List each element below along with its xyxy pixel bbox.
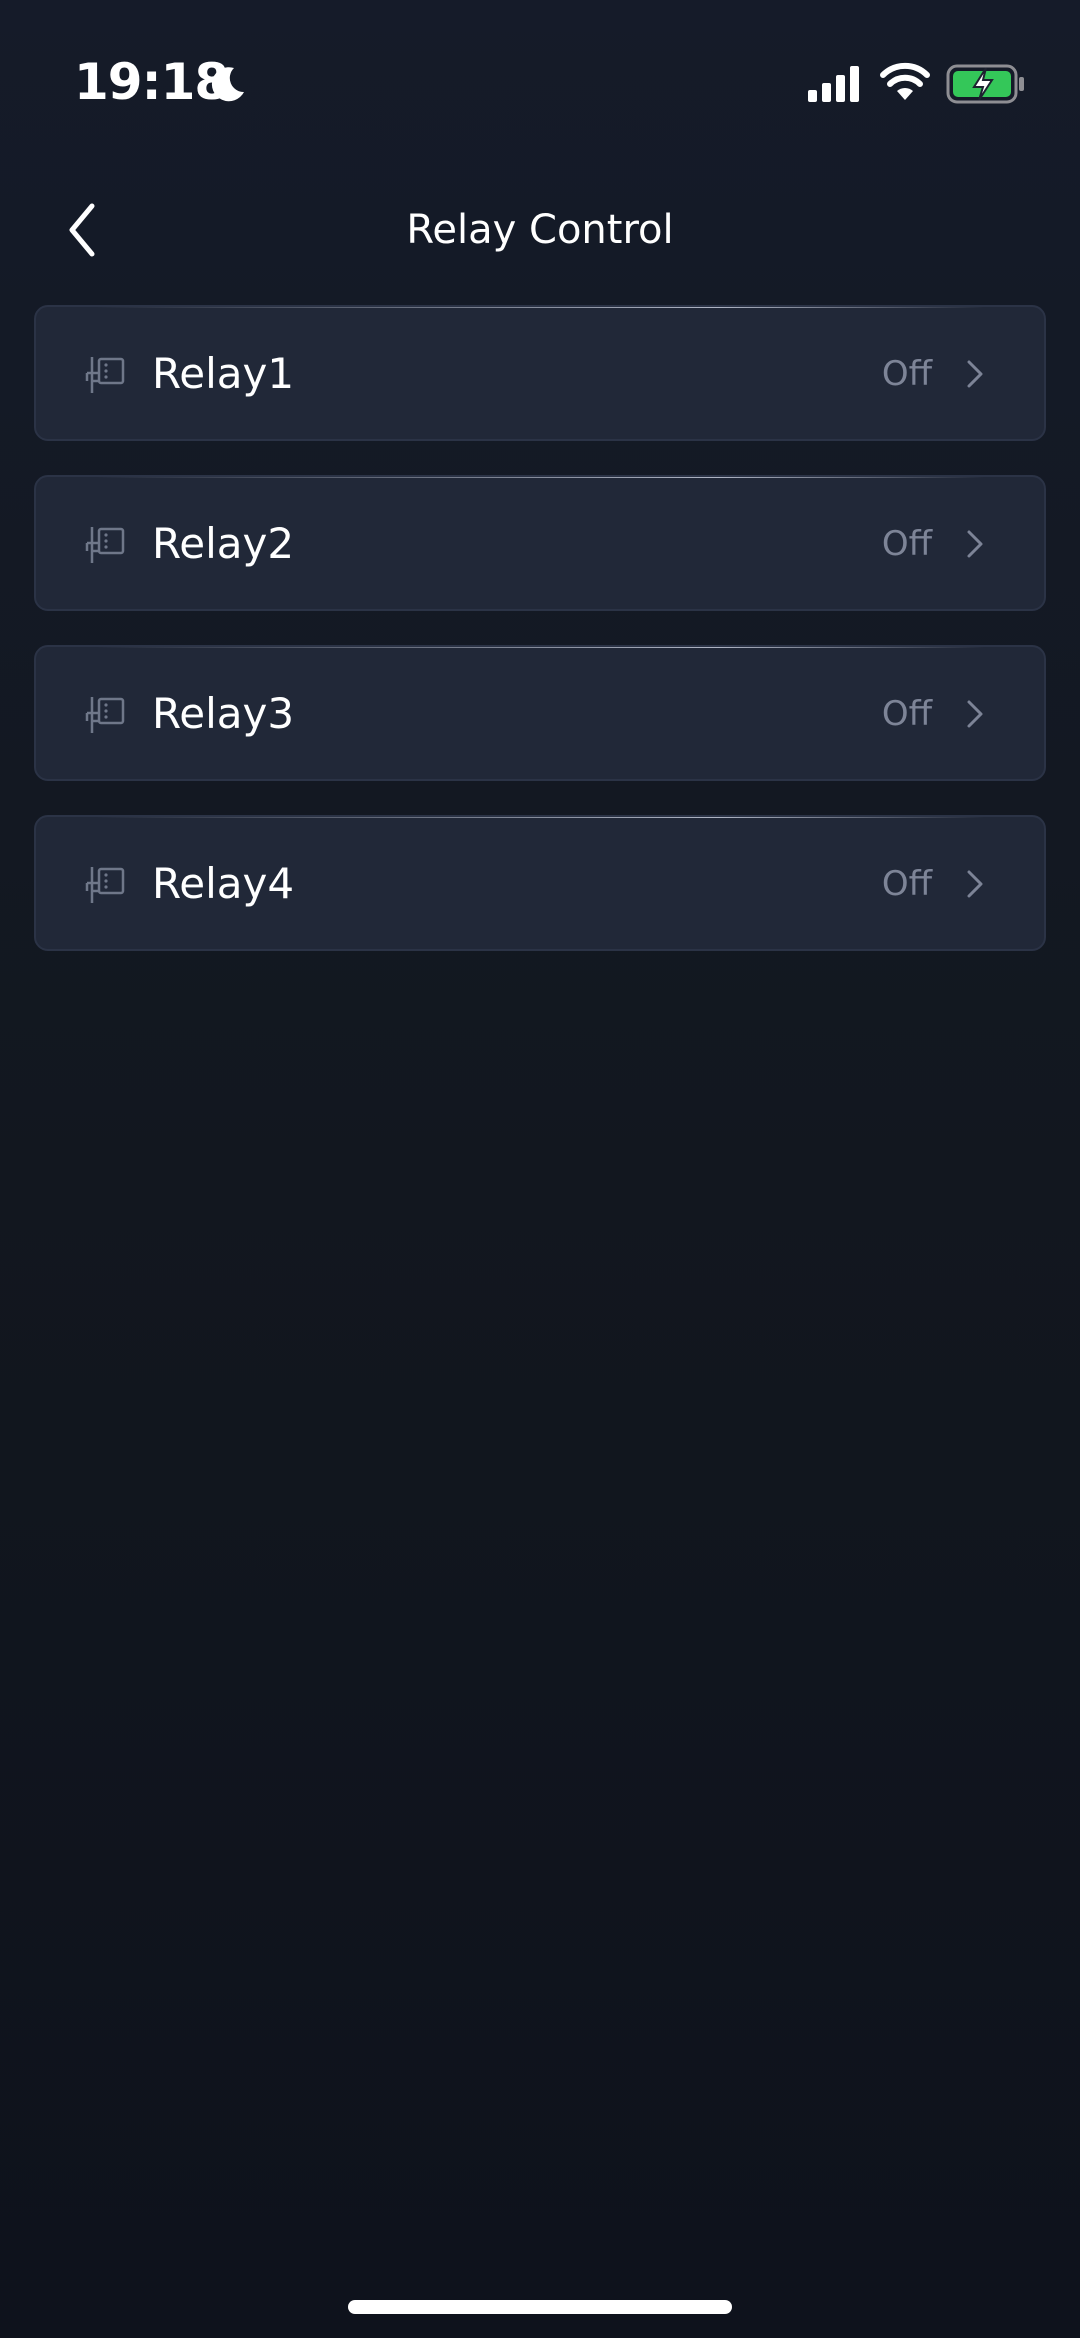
relay-item-2[interactable]: Relay2 Off xyxy=(34,475,1046,611)
wifi-icon xyxy=(880,62,930,100)
chevron-right-icon xyxy=(967,360,983,388)
relay-item-1[interactable]: Relay1 Off xyxy=(34,305,1046,441)
relay-list: Relay1 Off Relay2 Off Relay3 Off Relay4 … xyxy=(34,305,1046,985)
relay-item-4[interactable]: Relay4 Off xyxy=(34,815,1046,951)
relay-name: Relay2 xyxy=(152,519,295,568)
home-indicator[interactable] xyxy=(348,2300,732,2314)
relay-icon xyxy=(85,357,125,393)
relay-name: Relay3 xyxy=(152,689,295,738)
relay-name: Relay4 xyxy=(152,859,295,908)
relay-icon xyxy=(85,527,125,563)
header: Relay Control xyxy=(0,180,1080,280)
relay-name: Relay1 xyxy=(152,349,295,398)
status-bar: 19:18 xyxy=(0,0,1080,150)
relay-icon xyxy=(85,697,125,733)
chevron-right-icon xyxy=(967,530,983,558)
chevron-right-icon xyxy=(967,700,983,728)
battery-charging-icon xyxy=(946,64,1024,104)
relay-status: Off xyxy=(881,864,932,904)
relay-status: Off xyxy=(881,524,932,564)
relay-status: Off xyxy=(881,354,932,394)
page-title: Relay Control xyxy=(406,207,674,253)
chevron-right-icon xyxy=(967,870,983,898)
relay-status: Off xyxy=(881,694,932,734)
cellular-signal-icon xyxy=(808,66,859,102)
relay-item-3[interactable]: Relay3 Off xyxy=(34,645,1046,781)
moon-icon xyxy=(211,67,244,102)
relay-icon xyxy=(85,867,125,903)
